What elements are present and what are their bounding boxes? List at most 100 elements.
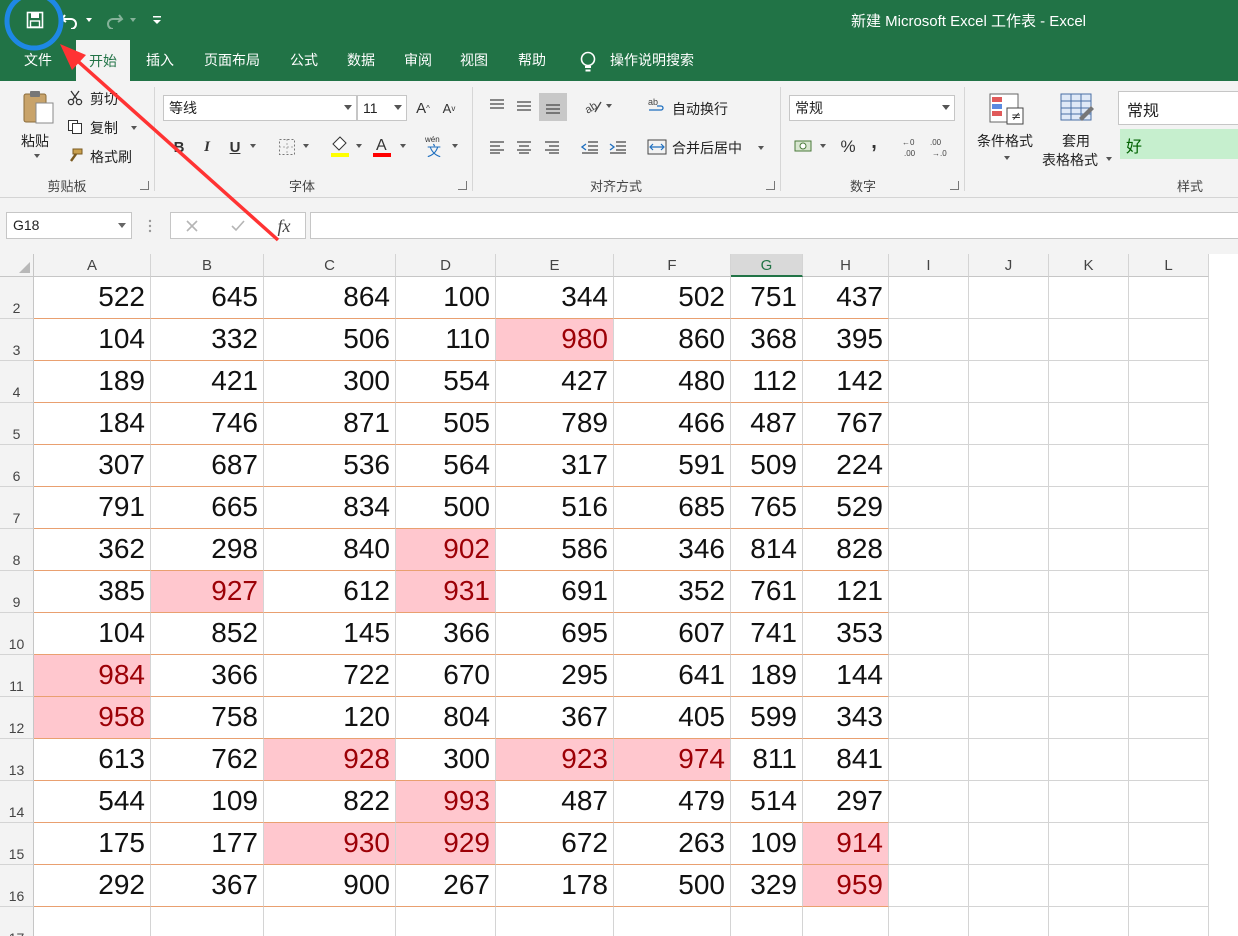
cell[interactable]: 120 — [264, 697, 396, 739]
cell[interactable]: 487 — [496, 781, 614, 823]
undo-icon[interactable] — [58, 6, 82, 34]
cell[interactable]: 902 — [396, 529, 496, 571]
customize-qat-icon[interactable] — [150, 6, 164, 34]
cell[interactable]: 599 — [731, 697, 803, 739]
cell[interactable]: 505 — [396, 403, 496, 445]
align-top-icon[interactable] — [485, 95, 509, 117]
confirm-entry-icon[interactable] — [227, 217, 249, 235]
cell[interactable]: 502 — [614, 277, 731, 319]
cell[interactable] — [889, 823, 969, 865]
cell[interactable]: 329 — [731, 865, 803, 907]
font-launcher-icon[interactable] — [458, 181, 467, 190]
cell[interactable] — [34, 907, 151, 936]
cell[interactable]: 522 — [34, 277, 151, 319]
alignment-launcher-icon[interactable] — [766, 181, 775, 190]
cell[interactable]: 109 — [731, 823, 803, 865]
cell[interactable]: 500 — [614, 865, 731, 907]
cell[interactable] — [1129, 487, 1209, 529]
increase-indent-icon[interactable] — [606, 136, 630, 158]
cell[interactable]: 395 — [803, 319, 889, 361]
cell[interactable]: 695 — [496, 613, 614, 655]
cell[interactable] — [969, 655, 1049, 697]
cell[interactable]: 307 — [34, 445, 151, 487]
cell[interactable] — [889, 445, 969, 487]
cell[interactable] — [889, 655, 969, 697]
cell[interactable]: 811 — [731, 739, 803, 781]
cell[interactable]: 959 — [803, 865, 889, 907]
cell[interactable]: 514 — [731, 781, 803, 823]
cell[interactable]: 480 — [614, 361, 731, 403]
cell[interactable] — [731, 907, 803, 936]
cell[interactable]: 860 — [614, 319, 731, 361]
cell[interactable]: 554 — [396, 361, 496, 403]
cell[interactable]: 144 — [803, 655, 889, 697]
cell[interactable]: 516 — [496, 487, 614, 529]
redo-icon[interactable] — [102, 6, 126, 34]
fill-color-dropdown-icon[interactable] — [354, 141, 364, 151]
row-header[interactable]: 8 — [0, 529, 34, 571]
redo-dropdown-icon[interactable] — [128, 6, 138, 34]
cell[interactable] — [1049, 361, 1129, 403]
insert-function-button[interactable]: fx — [271, 214, 297, 238]
increase-font-icon[interactable]: A ^ — [412, 97, 434, 119]
row-header[interactable]: 14 — [0, 781, 34, 823]
tab-insert[interactable]: 插入 — [136, 40, 184, 81]
cell[interactable] — [889, 865, 969, 907]
cell[interactable]: 612 — [264, 571, 396, 613]
copy-icon[interactable] — [66, 118, 84, 136]
border-dropdown-icon[interactable] — [301, 141, 311, 151]
cell[interactable] — [889, 613, 969, 655]
format-as-table-button[interactable]: 表格格式 — [1042, 150, 1098, 170]
name-box[interactable]: G18 — [6, 212, 132, 239]
cell[interactable]: 928 — [264, 739, 396, 781]
cell[interactable] — [1049, 865, 1129, 907]
cell[interactable]: 840 — [264, 529, 396, 571]
cell[interactable] — [1129, 361, 1209, 403]
comma-button[interactable]: , — [864, 131, 884, 153]
font-name-combo[interactable]: 等线 — [163, 95, 357, 121]
cell[interactable]: 405 — [614, 697, 731, 739]
underline-button[interactable]: U — [226, 136, 244, 158]
cell[interactable]: 586 — [496, 529, 614, 571]
cell[interactable]: 685 — [614, 487, 731, 529]
undo-dropdown-icon[interactable] — [84, 6, 94, 34]
cell[interactable]: 670 — [396, 655, 496, 697]
cell[interactable]: 437 — [803, 277, 889, 319]
cell[interactable] — [264, 907, 396, 936]
cell[interactable]: 841 — [803, 739, 889, 781]
cell[interactable]: 344 — [496, 277, 614, 319]
cell[interactable]: 175 — [34, 823, 151, 865]
row-header[interactable]: 4 — [0, 361, 34, 403]
cell[interactable]: 536 — [264, 445, 396, 487]
italic-button[interactable]: I — [198, 136, 216, 158]
cell[interactable] — [1049, 907, 1129, 936]
cell[interactable]: 142 — [803, 361, 889, 403]
cell[interactable]: 366 — [151, 655, 264, 697]
tab-review[interactable]: 审阅 — [394, 40, 442, 81]
cell[interactable]: 145 — [264, 613, 396, 655]
cell[interactable] — [1129, 277, 1209, 319]
increase-decimal-icon[interactable]: ←0.00 — [900, 135, 924, 159]
cell[interactable]: 762 — [151, 739, 264, 781]
formula-input[interactable] — [310, 212, 1238, 239]
number-launcher-icon[interactable] — [950, 181, 959, 190]
cell[interactable]: 591 — [614, 445, 731, 487]
cell[interactable]: 189 — [731, 655, 803, 697]
cell[interactable] — [1129, 403, 1209, 445]
decrease-decimal-icon[interactable]: .00 →.0 — [928, 135, 952, 159]
cell[interactable]: 367 — [496, 697, 614, 739]
cell[interactable]: 900 — [264, 865, 396, 907]
underline-dropdown-icon[interactable] — [248, 141, 258, 151]
cell[interactable] — [1129, 907, 1209, 936]
cell[interactable] — [969, 823, 1049, 865]
cell[interactable]: 184 — [34, 403, 151, 445]
currency-icon[interactable] — [792, 135, 816, 157]
tab-help[interactable]: 帮助 — [508, 40, 556, 81]
column-header-d[interactable]: D — [396, 254, 496, 277]
cell[interactable]: 672 — [496, 823, 614, 865]
cut-icon[interactable] — [66, 89, 84, 107]
cell[interactable]: 931 — [396, 571, 496, 613]
cell[interactable]: 529 — [803, 487, 889, 529]
column-header-b[interactable]: B — [151, 254, 264, 277]
cell[interactable] — [1049, 613, 1129, 655]
